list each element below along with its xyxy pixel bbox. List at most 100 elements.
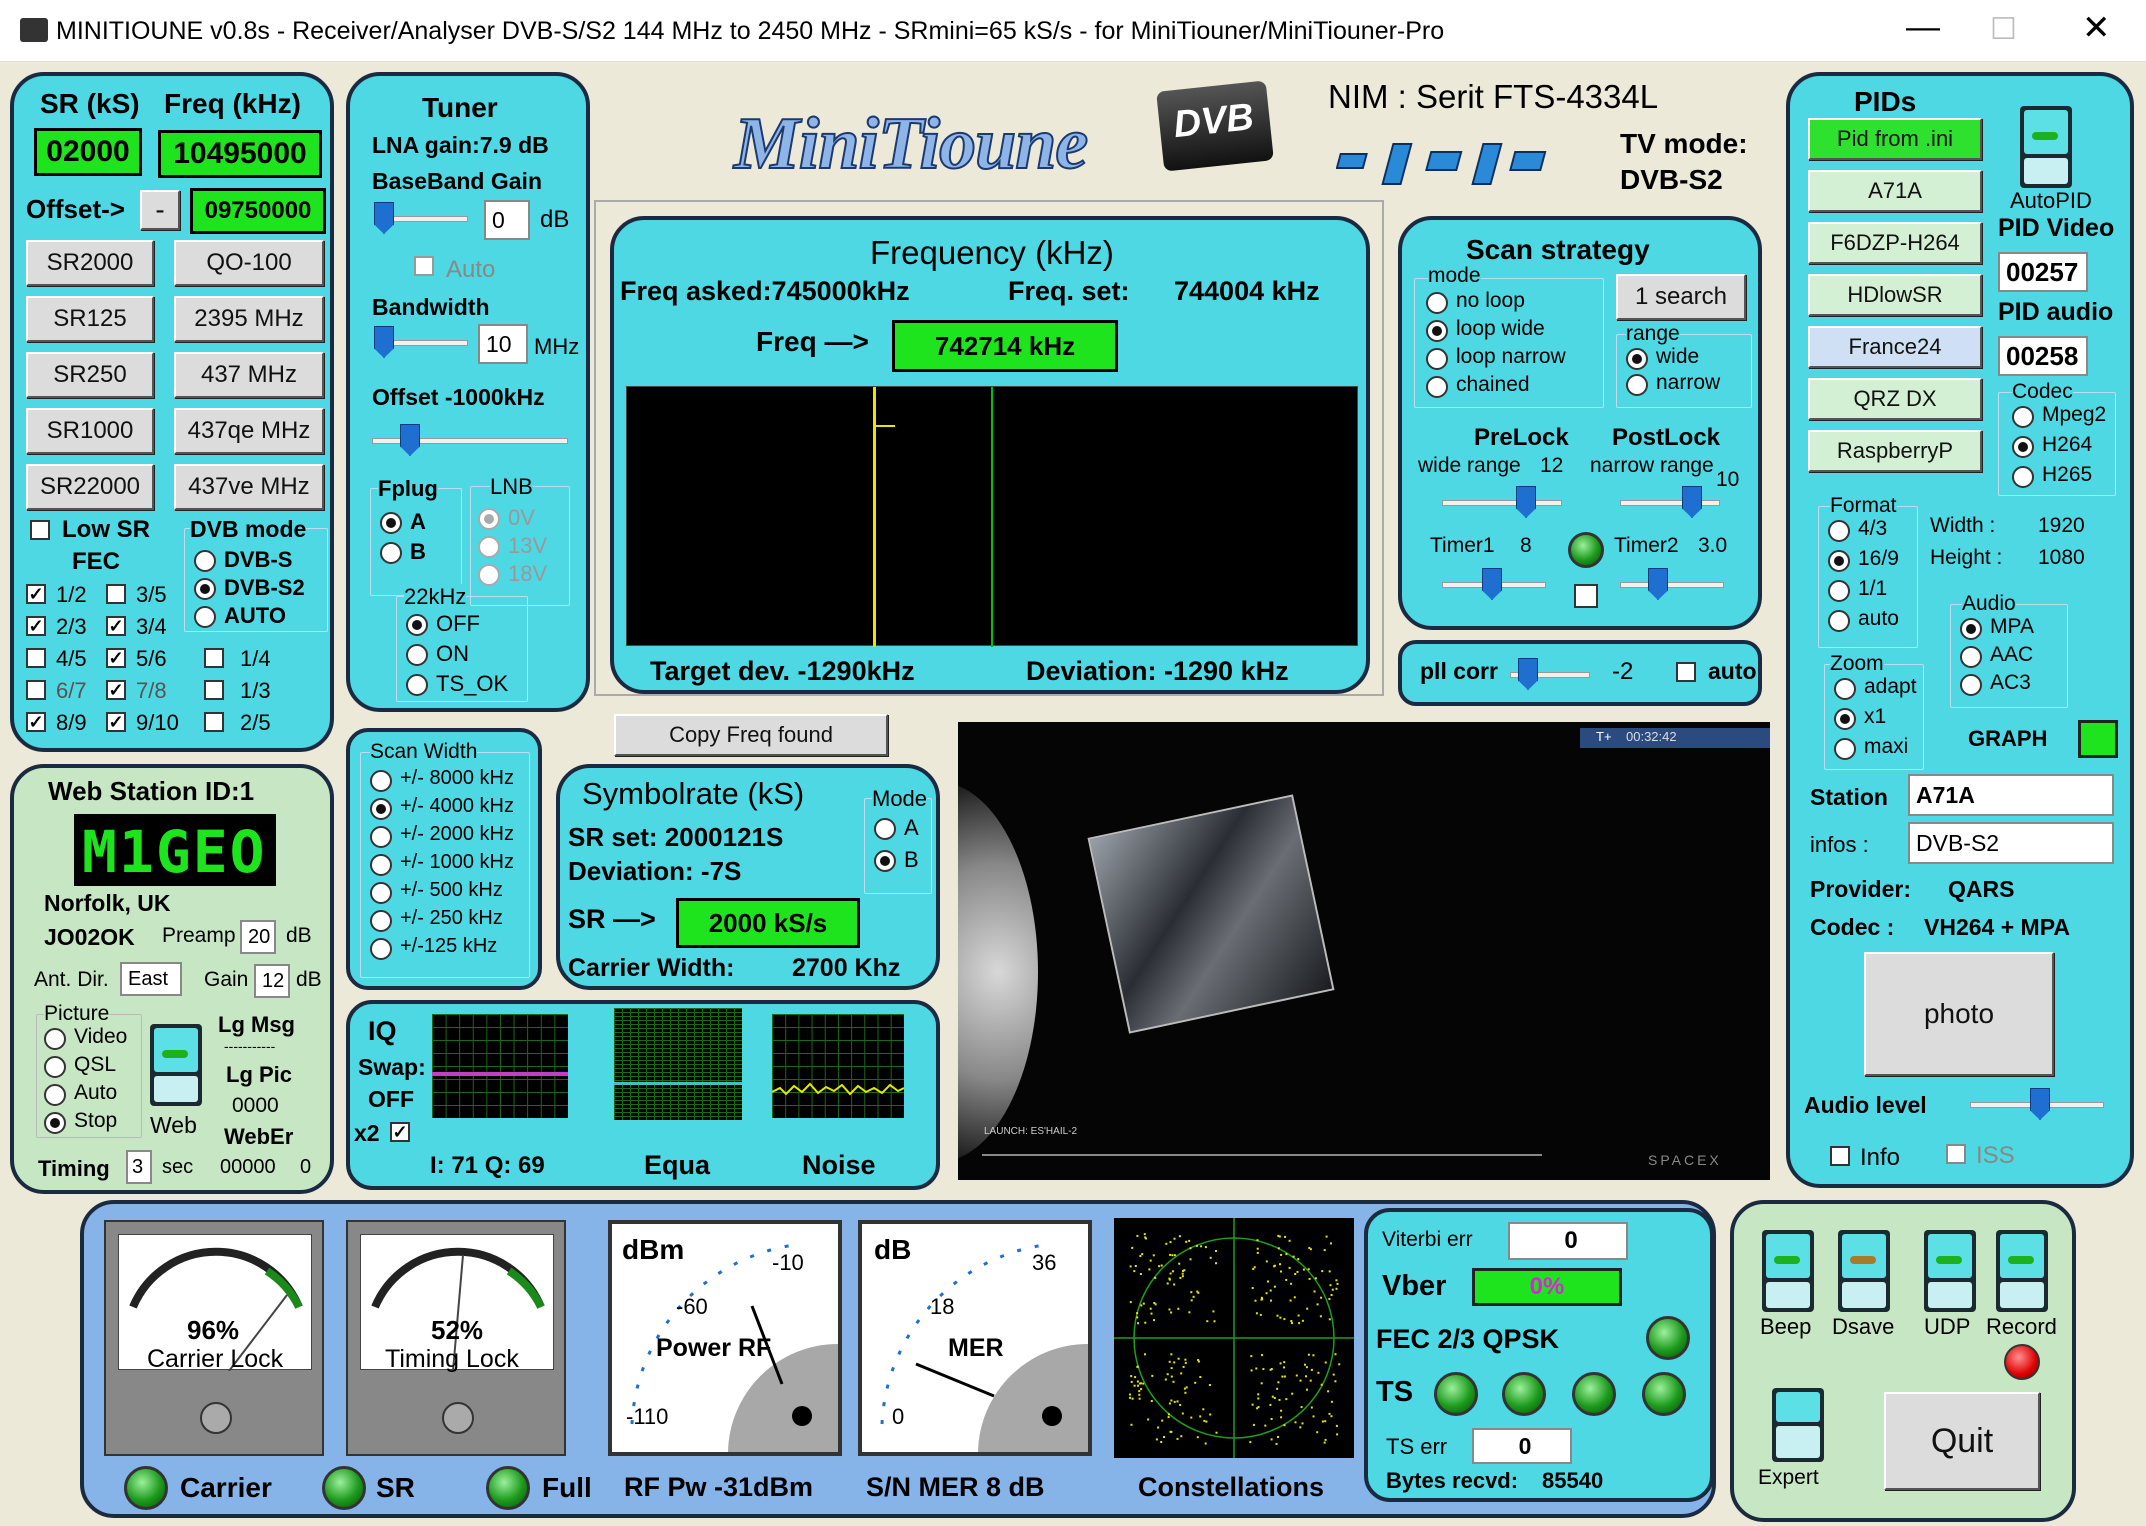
pid-preset-hdlowsr-button[interactable]: HDlowSR (1808, 274, 1982, 316)
one-search-button[interactable]: 1 search (1616, 274, 1746, 320)
fec-3-5-checkbox[interactable] (106, 584, 126, 604)
range-narrow-radio[interactable] (1626, 374, 1648, 396)
codec-h265-radio[interactable] (2012, 466, 2034, 488)
low-sr-checkbox[interactable] (30, 520, 50, 540)
scan-width-1000-khz-radio[interactable] (370, 854, 392, 876)
format-4-3-radio[interactable] (1828, 520, 1850, 542)
sr-preset-sr22000-button[interactable]: SR22000 (26, 464, 154, 510)
pll-thumb[interactable] (1518, 658, 1538, 690)
sr-preset-sr250-button[interactable]: SR250 (26, 352, 154, 398)
sr-mode-a-radio[interactable] (874, 818, 896, 840)
dsave-toggle[interactable] (1838, 1230, 1890, 1312)
dvb-mode-dvb-s2-radio[interactable] (194, 578, 216, 600)
range-wide-radio[interactable] (1626, 348, 1648, 370)
codec-h264-radio[interactable] (2012, 436, 2034, 458)
bandwidth-thumb[interactable] (374, 326, 394, 358)
scan-checkbox[interactable] (1574, 584, 1598, 608)
fec-1-4-checkbox[interactable] (204, 648, 224, 668)
fec-1-2-checkbox[interactable]: ✓ (26, 584, 46, 604)
beep-toggle[interactable] (1762, 1230, 1814, 1312)
preamp-input[interactable]: 20 (240, 920, 276, 954)
auto-checkbox[interactable] (414, 256, 434, 276)
copy-freq-button[interactable]: Copy Freq found (614, 714, 888, 756)
baseband-gain-thumb[interactable] (374, 202, 394, 234)
antdir-input[interactable]: East (120, 962, 182, 996)
timer1-thumb[interactable] (1482, 568, 1502, 600)
lnb-13v-radio[interactable] (478, 536, 500, 558)
scan-mode-loop-narrow-radio[interactable] (1426, 348, 1448, 370)
graph-indicator[interactable] (2078, 720, 2118, 758)
zoom-adapt-radio[interactable] (1834, 678, 1856, 700)
autopid-toggle[interactable] (2020, 106, 2072, 188)
iq-x2-checkbox[interactable]: ✓ (390, 1122, 410, 1142)
fec-1-3-checkbox[interactable] (204, 680, 224, 700)
dvb-mode-auto-radio[interactable] (194, 606, 216, 628)
scan-width-125-khz-radio[interactable] (370, 938, 392, 960)
codec-mpeg2-radio[interactable] (2012, 406, 2034, 428)
fec-3-4-checkbox[interactable]: ✓ (106, 616, 126, 636)
timer2-slider[interactable] (1620, 582, 1724, 588)
pid-audio-input[interactable]: 00258 (1998, 336, 2088, 376)
sr-preset-sr1000-button[interactable]: SR1000 (26, 408, 154, 454)
fplug-a-radio[interactable] (380, 512, 402, 534)
audio-ac3-radio[interactable] (1960, 674, 1982, 696)
scan-width-2000-khz-radio[interactable] (370, 826, 392, 848)
scan-mode-no-loop-radio[interactable] (1426, 292, 1448, 314)
gain-input[interactable]: 12 (254, 964, 290, 998)
pid-preset-a71a-button[interactable]: A71A (1808, 170, 1982, 212)
scan-width-500-khz-radio[interactable] (370, 882, 392, 904)
photo-button[interactable]: photo (1864, 952, 2054, 1076)
close-icon[interactable]: ✕ (2082, 8, 2111, 48)
freq-preset-437-mhz-button[interactable]: 437 MHz (174, 352, 324, 398)
sr-input[interactable]: 02000 (34, 128, 142, 176)
baseband-gain-input[interactable]: 0 (484, 200, 530, 240)
prelock-slider[interactable] (1442, 500, 1562, 506)
infos-input[interactable]: DVB-S2 (1908, 822, 2114, 864)
fec-5-6-checkbox[interactable]: ✓ (106, 648, 126, 668)
freq-preset-qo-100-button[interactable]: QO-100 (174, 240, 324, 286)
scan-mode-loop-wide-radio[interactable] (1426, 320, 1448, 342)
pll-auto-checkbox[interactable] (1676, 662, 1696, 682)
zoom-maxi-radio[interactable] (1834, 738, 1856, 760)
postlock-slider[interactable] (1620, 500, 1720, 506)
freq-preset-2395-mhz-button[interactable]: 2395 MHz (174, 296, 324, 342)
pid-preset-france24-button[interactable]: France24 (1808, 326, 1982, 368)
format-1-1-radio[interactable] (1828, 580, 1850, 602)
offset-input[interactable]: 09750000 (190, 188, 326, 234)
bandwidth-input[interactable]: 10 (478, 324, 528, 364)
pid-preset-f6dzp-h264-button[interactable]: F6DZP-H264 (1808, 222, 1982, 264)
audio-aac-radio[interactable] (1960, 646, 1982, 668)
iss-checkbox[interactable] (1946, 1144, 1966, 1164)
offset-thumb[interactable] (400, 424, 420, 456)
picture-stop-radio[interactable] (44, 1112, 66, 1134)
fec-2-3-checkbox[interactable]: ✓ (26, 616, 46, 636)
fplug-b-radio[interactable] (380, 542, 402, 564)
picture-auto-radio[interactable] (44, 1084, 66, 1106)
pid-preset-qrz-dx-button[interactable]: QRZ DX (1808, 378, 1982, 420)
prelock-thumb[interactable] (1516, 486, 1536, 518)
timer2-thumb[interactable] (1648, 568, 1668, 600)
sr-preset-sr2000-button[interactable]: SR2000 (26, 240, 154, 286)
format-auto-radio[interactable] (1828, 610, 1850, 632)
pid-preset-pid-from-ini-button[interactable]: Pid from .ini (1808, 118, 1982, 160)
picture-video-radio[interactable] (44, 1028, 66, 1050)
22khz-off-radio[interactable] (406, 614, 428, 636)
format-16-9-radio[interactable] (1828, 550, 1850, 572)
timing-input[interactable]: 3 (126, 1150, 152, 1184)
audio-mpa-radio[interactable] (1960, 618, 1982, 640)
fec-6-7-checkbox[interactable] (26, 680, 46, 700)
fec-2-5-checkbox[interactable] (204, 712, 224, 732)
offset-sign-button[interactable]: - (140, 190, 180, 230)
scan-width-8000-khz-radio[interactable] (370, 770, 392, 792)
dvb-mode-dvb-s-radio[interactable] (194, 550, 216, 572)
lnb-0v-radio[interactable] (478, 508, 500, 530)
freq-input[interactable]: 10495000 (158, 130, 322, 178)
quit-button[interactable]: Quit (1884, 1392, 2040, 1490)
pid-video-input[interactable]: 00257 (1998, 252, 2088, 292)
scan-width-4000-khz-radio[interactable] (370, 798, 392, 820)
station-input[interactable]: A71A (1908, 774, 2114, 816)
expert-toggle[interactable] (1772, 1388, 1824, 1462)
sr-mode-b-radio[interactable] (874, 850, 896, 872)
fec-4-5-checkbox[interactable] (26, 648, 46, 668)
22khz-on-radio[interactable] (406, 644, 428, 666)
